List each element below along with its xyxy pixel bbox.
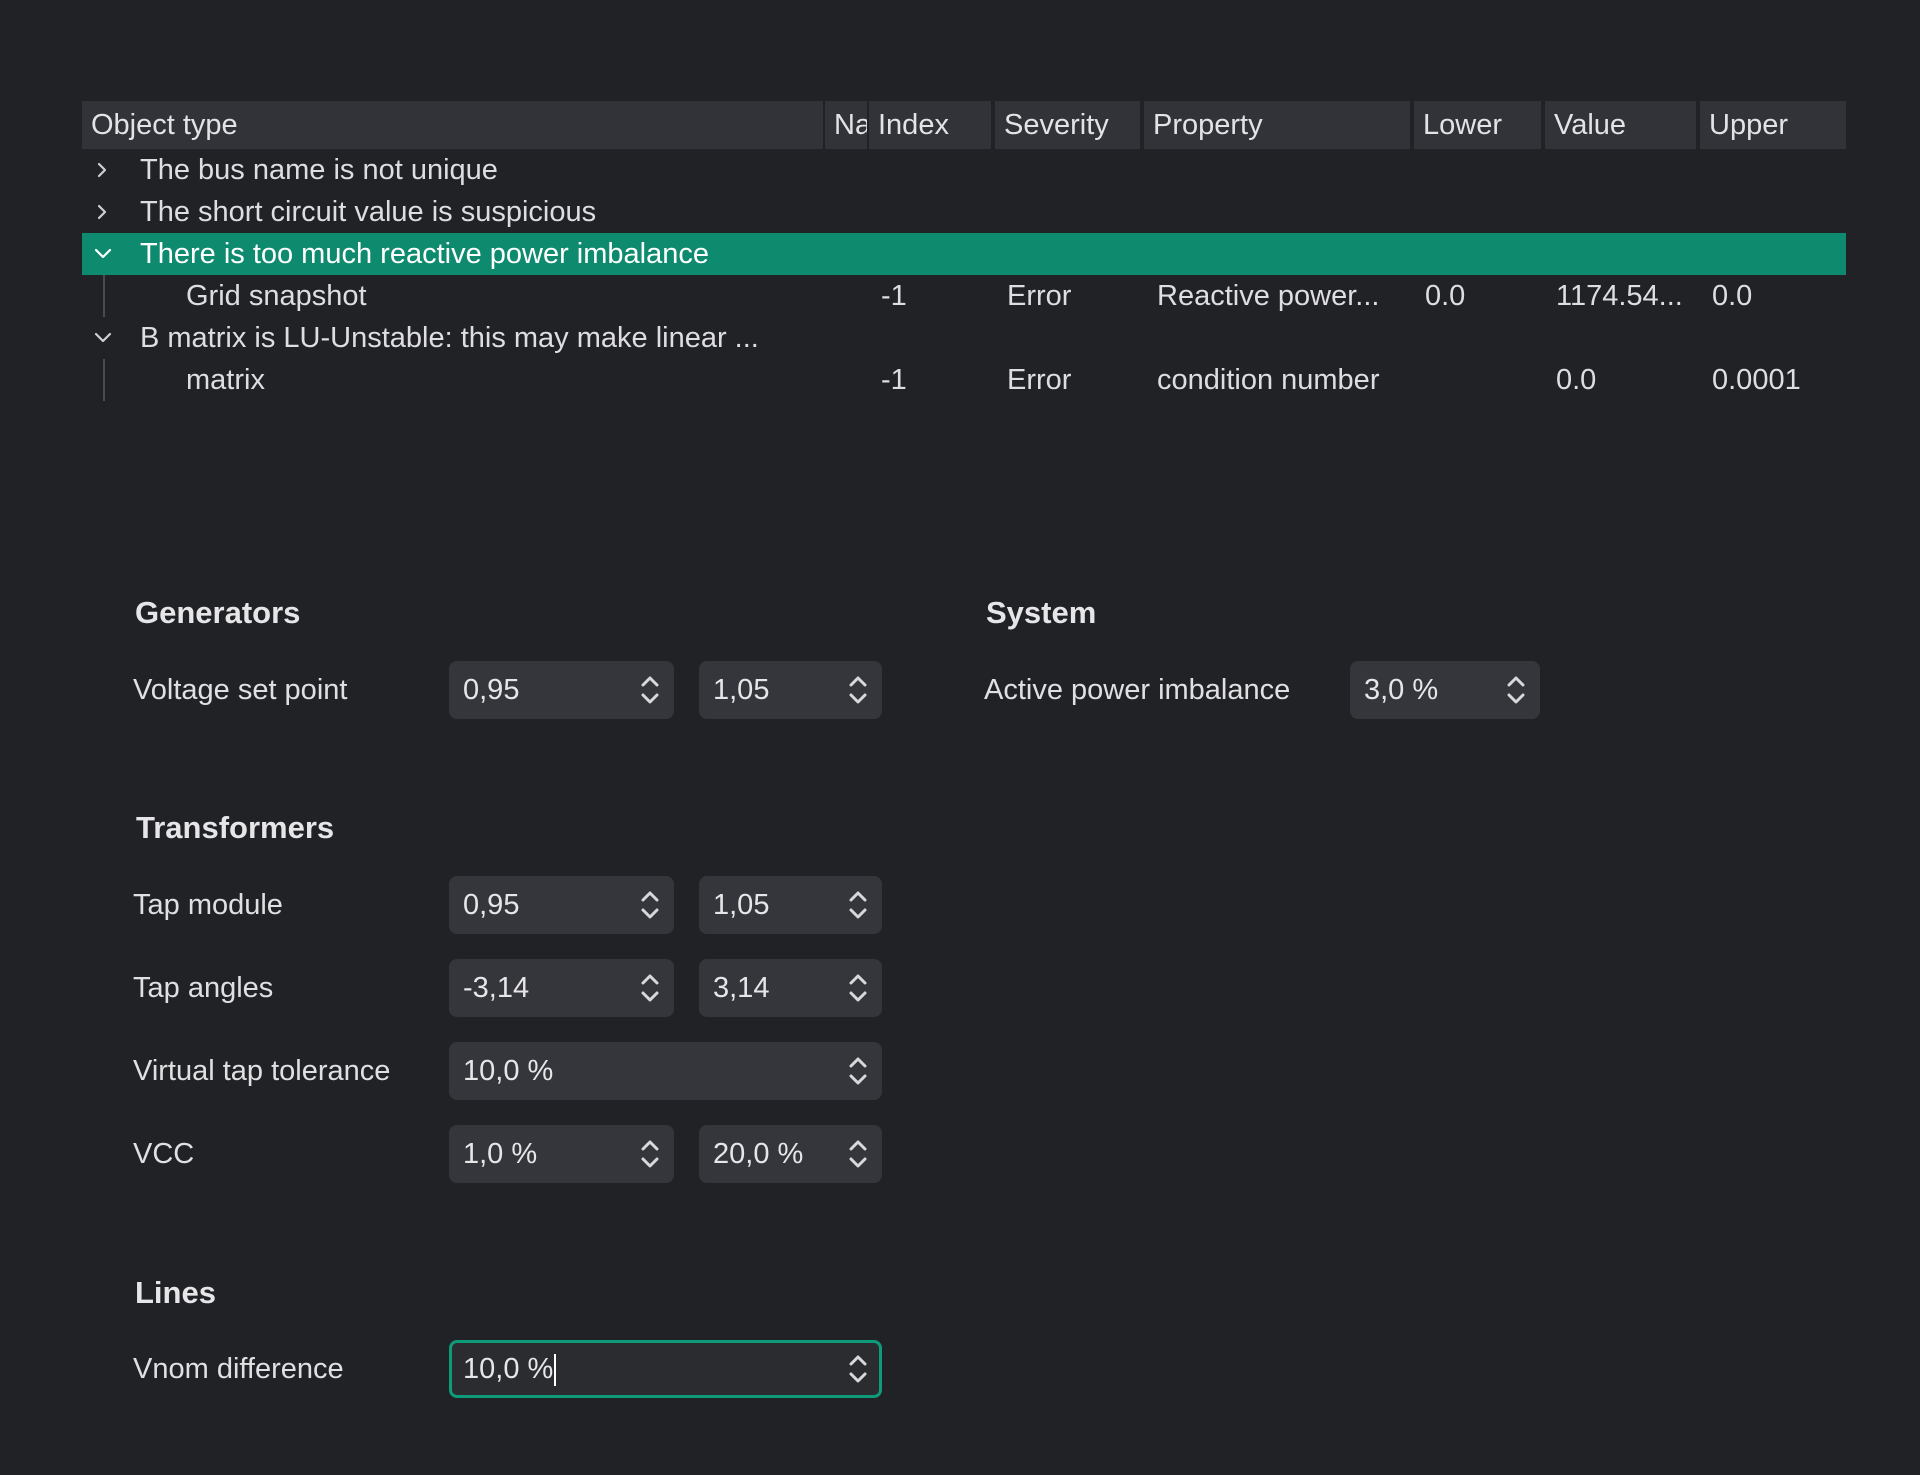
virtual-tap-tolerance-spinbox[interactable]: 10,0 % (449, 1042, 882, 1100)
upper-cell: 0.0001 (1712, 364, 1801, 396)
stepper-arrows-icon[interactable] (640, 889, 660, 921)
spinbox-value: -3,14 (463, 972, 530, 1004)
tap-angles-min-spinbox[interactable]: -3,14 (449, 959, 674, 1017)
spinbox-value: 3,14 (713, 972, 770, 1004)
spinbox-value: 0,95 (463, 674, 520, 706)
tap-module-min-spinbox[interactable]: 0,95 (449, 876, 674, 934)
voltage-set-point-label: Voltage set point (133, 674, 348, 706)
object-type-cell: Grid snapshot (186, 280, 367, 312)
tap-module-label: Tap module (133, 889, 283, 921)
tree-guide-line (103, 359, 105, 401)
virtual-tap-tolerance-label: Virtual tap tolerance (133, 1055, 391, 1087)
spinbox-value: 1,0 % (463, 1138, 538, 1170)
issue-group-label: The bus name is not unique (140, 154, 498, 186)
column-header-name[interactable]: Na (825, 101, 867, 149)
column-header-property[interactable]: Property (1144, 101, 1410, 149)
tap-angles-max-spinbox[interactable]: 3,14 (699, 959, 882, 1017)
column-header-upper[interactable]: Upper (1700, 101, 1846, 149)
chevron-right-icon[interactable] (88, 191, 118, 233)
tap-module-max-spinbox[interactable]: 1,05 (699, 876, 882, 934)
spinbox-value: 10,0 % (463, 1055, 554, 1087)
lower-cell: 0.0 (1425, 280, 1466, 312)
chevron-right-icon[interactable] (88, 149, 118, 191)
issue-group-label: There is too much reactive power imbalan… (140, 238, 709, 270)
stepper-arrows-icon[interactable] (1506, 674, 1526, 706)
column-header-object-type[interactable]: Object type (82, 101, 823, 149)
table-row[interactable]: The bus name is not unique (82, 149, 1846, 191)
stepper-arrows-icon[interactable] (640, 1138, 660, 1170)
spinbox-value: 10,0 % (463, 1353, 554, 1385)
spinbox-value: 1,05 (713, 674, 770, 706)
column-header-lower[interactable]: Lower (1414, 101, 1541, 149)
stepper-arrows-icon[interactable] (640, 972, 660, 1004)
stepper-arrows-icon[interactable] (848, 1055, 868, 1087)
value-cell: 1174.54... (1556, 280, 1683, 312)
issue-group-label: B matrix is LU-Unstable: this may make l… (140, 322, 759, 354)
table-row[interactable]: matrix -1 Error condition number 0.0 0.0… (82, 359, 1846, 401)
vcc-min-spinbox[interactable]: 1,0 % (449, 1125, 674, 1183)
table-row[interactable]: B matrix is LU-Unstable: this may make l… (82, 317, 1846, 359)
vnom-difference-label: Vnom difference (133, 1353, 344, 1385)
tap-angles-label: Tap angles (133, 972, 274, 1004)
property-cell: Reactive power... (1157, 280, 1380, 312)
upper-cell: 0.0 (1712, 280, 1753, 312)
column-header-value[interactable]: Value (1545, 101, 1696, 149)
table-header: Object type Na Index Severity Property L… (82, 101, 1846, 149)
vcc-max-spinbox[interactable]: 20,0 % (699, 1125, 882, 1183)
value-cell: 0.0 (1556, 364, 1597, 396)
tree-guide-line (103, 275, 105, 317)
spinbox-value: 1,05 (713, 889, 770, 921)
table-row[interactable]: The short circuit value is suspicious (82, 191, 1846, 233)
index-cell: -1 (881, 280, 907, 312)
stepper-arrows-icon[interactable] (848, 972, 868, 1004)
object-type-cell: matrix (186, 364, 265, 396)
column-header-index[interactable]: Index (869, 101, 991, 149)
spinbox-value: 3,0 % (1364, 674, 1439, 706)
issues-table: Object type Na Index Severity Property L… (82, 101, 1846, 401)
index-cell: -1 (881, 364, 907, 396)
voltage-set-point-max-spinbox[interactable]: 1,05 (699, 661, 882, 719)
text-cursor (554, 1354, 557, 1387)
transformers-section-title: Transformers (136, 810, 335, 845)
lines-section-title: Lines (135, 1275, 216, 1310)
vcc-label: VCC (133, 1138, 195, 1170)
active-power-imbalance-spinbox[interactable]: 3,0 % (1350, 661, 1540, 719)
voltage-set-point-min-spinbox[interactable]: 0,95 (449, 661, 674, 719)
stepper-arrows-icon[interactable] (848, 1353, 868, 1385)
stepper-arrows-icon[interactable] (640, 674, 660, 706)
table-row-selected[interactable]: There is too much reactive power imbalan… (82, 233, 1846, 275)
stepper-arrows-icon[interactable] (848, 889, 868, 921)
system-section-title: System (986, 595, 1097, 630)
issue-group-label: The short circuit value is suspicious (140, 196, 597, 228)
severity-cell: Error (1007, 280, 1072, 312)
spinbox-value: 20,0 % (713, 1138, 804, 1170)
active-power-imbalance-label: Active power imbalance (984, 674, 1291, 706)
column-header-severity[interactable]: Severity (995, 101, 1140, 149)
generators-section-title: Generators (135, 595, 301, 630)
property-cell: condition number (1157, 364, 1380, 396)
chevron-down-icon[interactable] (88, 233, 118, 275)
vnom-difference-spinbox[interactable]: 10,0 % (449, 1340, 882, 1398)
table-row[interactable]: Grid snapshot -1 Error Reactive power...… (82, 275, 1846, 317)
chevron-down-icon[interactable] (88, 317, 118, 359)
severity-cell: Error (1007, 364, 1072, 396)
stepper-arrows-icon[interactable] (848, 1138, 868, 1170)
spinbox-value: 0,95 (463, 889, 520, 921)
stepper-arrows-icon[interactable] (848, 674, 868, 706)
